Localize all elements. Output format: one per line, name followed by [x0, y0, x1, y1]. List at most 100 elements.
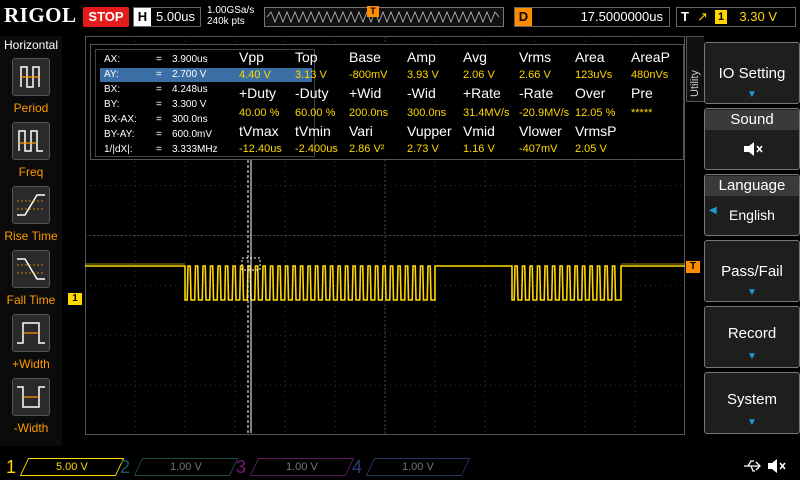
language-button[interactable]: Language ◀ English — [704, 174, 800, 236]
trigger-level-marker[interactable]: T — [686, 261, 700, 273]
measurement-value: 2.05 V — [575, 143, 607, 155]
measure-negative-width[interactable]: -Width — [0, 378, 62, 442]
cursor-eq: = — [156, 129, 162, 140]
negative-width-icon — [12, 378, 50, 416]
measure-positive-width[interactable]: +Width — [0, 314, 62, 378]
cursor-ax-row: AX: = 3.900us — [100, 53, 312, 67]
cursor-value: 4.248us — [172, 84, 208, 95]
cursor-key: AX: — [104, 54, 121, 65]
measurement-value: 4.40 V — [239, 69, 271, 81]
measurement-header: Vupper — [407, 123, 452, 139]
trigger-display[interactable]: T ↗ 1 3.30 V — [676, 7, 796, 27]
language-title: Language — [705, 176, 799, 196]
utility-tab-label: Utility — [689, 70, 701, 97]
ch2-scale: 1.00 V — [170, 461, 202, 473]
ch2-status[interactable]: 2 1.00 V — [120, 456, 239, 478]
run-stop-status[interactable]: STOP — [83, 7, 129, 27]
measure-fall-time[interactable]: Fall Time — [0, 250, 62, 314]
measurement-header: Vari — [349, 123, 373, 139]
ch1-status[interactable]: 1 5.00 V — [6, 456, 125, 478]
chevron-down-icon: ▼ — [747, 287, 757, 298]
measurement-value: 123uVs — [575, 69, 613, 81]
measurement-value: -20.9MV/s — [519, 107, 570, 119]
cursor-dx-row: BX-AX: = 300.0ns — [100, 113, 312, 127]
ch4-number: 4 — [352, 457, 363, 477]
measurement-value: 3.93 V — [407, 69, 439, 81]
ch4-status[interactable]: 4 1.00 V — [352, 456, 471, 478]
measurement-value: 2.66 V — [519, 69, 551, 81]
measurement-header: tVmax — [239, 123, 279, 139]
delay-value: 17.5000000us — [580, 9, 663, 24]
measurement-value: 200.0ns — [349, 107, 389, 119]
delay-label: D — [515, 8, 532, 26]
ch4-scale: 1.00 V — [402, 461, 434, 473]
system-button[interactable]: System ▼ — [704, 372, 800, 434]
io-setting-label: IO Setting — [718, 65, 786, 82]
sound-button[interactable]: Sound — [704, 108, 800, 170]
usb-icon — [742, 458, 762, 479]
measurement-header: Top — [295, 49, 318, 65]
rise-time-label: Rise Time — [4, 229, 58, 243]
measurement-value: ***** — [631, 107, 653, 119]
measurement-header: +Wid — [349, 85, 382, 101]
cursor-value: 3.300 V — [172, 99, 207, 110]
ch1-offset-marker[interactable]: 1 — [68, 293, 82, 305]
cursor-value: 3.333MHz — [172, 144, 218, 155]
measure-period[interactable]: Period — [0, 58, 62, 122]
measurement-header: -Wid — [407, 85, 436, 101]
freq-label: Freq — [18, 165, 44, 179]
measurement-value: 1.16 V — [463, 143, 495, 155]
system-label: System — [726, 391, 777, 408]
trigger-position-marker: T — [367, 6, 379, 17]
timebase-display[interactable]: H 5.00us — [133, 7, 201, 27]
channel-bar: 1 5.00 V 2 1.00 V 3 1.00 V 4 1.00 V — [0, 452, 800, 480]
measurement-header: VrmsP — [575, 123, 617, 139]
trigger-label: T — [681, 9, 689, 24]
measurement-header: Vlower — [519, 123, 562, 139]
measurement-header: +Duty — [239, 85, 276, 101]
fall-time-icon — [12, 250, 50, 288]
measurement-header: +Rate — [463, 85, 501, 101]
measurement-header: Vpp — [239, 49, 264, 65]
cursor-eq: = — [156, 99, 162, 110]
measurement-value: 2.06 V — [463, 69, 495, 81]
cursor-key: AY: — [104, 69, 119, 80]
io-setting-button[interactable]: IO Setting ▼ — [704, 42, 800, 104]
measurement-header: Vrms — [519, 49, 552, 65]
cursor-key: BY-AY: — [104, 129, 135, 140]
measurement-header: Area — [575, 49, 605, 65]
chevron-down-icon: ▼ — [747, 417, 757, 428]
record-button[interactable]: Record ▼ — [704, 306, 800, 368]
trigger-level: 3.30 V — [739, 9, 777, 24]
utility-tab[interactable]: Utility — [686, 36, 704, 102]
cursor-ay-row: AY: = 2.700 V — [100, 68, 312, 82]
measurement-value: 2.73 V — [407, 143, 439, 155]
cursor-key: 1/|dX|: — [104, 144, 133, 155]
period-label: Period — [13, 101, 49, 115]
measurement-panel: AX: = 3.900us AY: = 2.700 V BX: = 4.248u… — [90, 44, 684, 160]
delay-display[interactable]: D 17.5000000us — [514, 7, 670, 27]
ch1-number: 1 — [6, 457, 17, 477]
measurement-value: 2.86 V² — [349, 143, 385, 155]
overview-trace — [266, 10, 500, 24]
cursor-eq: = — [156, 114, 162, 125]
ch3-status[interactable]: 3 1.00 V — [236, 456, 355, 478]
measurement-value: 3.13 V — [295, 69, 327, 81]
measurement-header: Avg — [463, 49, 487, 65]
positive-width-icon — [12, 314, 50, 352]
measurement-header: AreaP — [631, 49, 670, 65]
measure-freq[interactable]: Freq — [0, 122, 62, 186]
measure-rise-time[interactable]: Rise Time — [0, 186, 62, 250]
waveform-overview[interactable]: T — [264, 6, 504, 27]
pass-fail-label: Pass/Fail — [721, 263, 783, 280]
sample-rate: 1.00GSa/s — [207, 5, 255, 16]
memory-depth: 240k pts — [207, 16, 245, 27]
cursor-value: 2.700 V — [172, 69, 207, 80]
ch2-number: 2 — [120, 457, 131, 477]
pass-fail-button[interactable]: Pass/Fail ▼ — [704, 240, 800, 302]
measurement-value: 300.0ns — [407, 107, 447, 119]
timebase-value: 5.00us — [156, 9, 196, 24]
freq-icon — [12, 122, 50, 160]
cursor-readout: AX: = 3.900us AY: = 2.700 V BX: = 4.248u… — [95, 49, 315, 157]
measurement-value: -12.40us — [239, 143, 282, 155]
